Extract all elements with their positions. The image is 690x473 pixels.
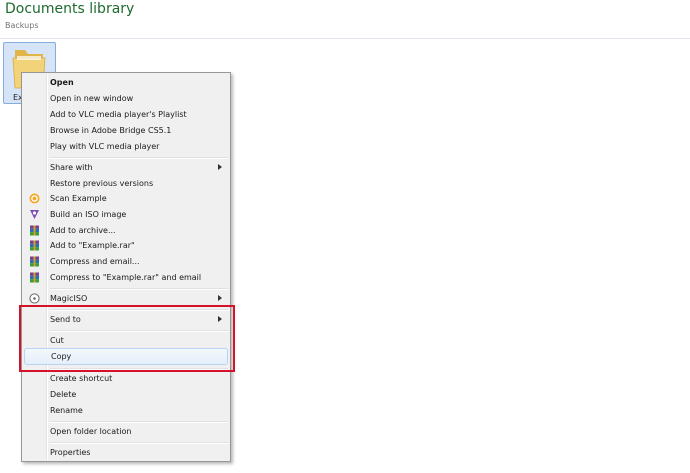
winrar-icon [30,272,39,283]
menu-item-restore-versions[interactable]: Restore previous versions [24,176,228,191]
menu-item-label: Create shortcut [50,374,113,383]
menu-item-label: Properties [50,448,91,457]
menu-item-compress-email[interactable]: Compress and email... [24,254,228,269]
menu-item-build-iso[interactable]: Build an ISO image [24,207,228,222]
menu-item-label: Compress and email... [50,257,140,266]
menu-item-label: Restore previous versions [50,179,154,188]
menu-item-label: Open folder location [50,427,132,436]
menu-item-open-new-window[interactable]: Open in new window [24,91,228,106]
menu-item-magiciso[interactable]: MagicISO [24,291,228,306]
context-menu: Open Open in new window Add to VLC media… [21,72,231,462]
menu-item-label: Open [50,78,74,87]
menu-item-browse-bridge[interactable]: Browse in Adobe Bridge CS5.1 [24,123,228,138]
menu-item-label: Open in new window [50,94,134,103]
menu-item-play-vlc[interactable]: Play with VLC media player [24,139,228,154]
winrar-icon [30,256,39,267]
iso-icon [30,210,39,219]
menu-item-label: Add to VLC media player's Playlist [50,110,187,119]
submenu-arrow-icon [218,164,222,170]
menu-item-label: MagicISO [50,294,88,303]
library-header: Documents library Backups [0,0,690,39]
menu-item-open-folder-location[interactable]: Open folder location [24,424,228,439]
menu-separator [50,288,228,290]
menu-item-create-shortcut[interactable]: Create shortcut [24,371,228,386]
menu-separator [50,442,228,444]
winrar-icon [30,225,39,236]
menu-item-label: Rename [50,406,83,415]
menu-item-label: Compress to "Example.rar" and email [50,273,202,282]
menu-item-label: Add to "Example.rar" [50,241,135,250]
menu-item-share-with[interactable]: Share with [24,160,228,175]
menu-item-label: Build an ISO image [50,210,127,219]
menu-item-scan[interactable]: Scan Example [24,191,228,206]
menu-item-label: Browse in Adobe Bridge CS5.1 [50,126,172,135]
menu-item-add-rar[interactable]: Add to "Example.rar" [24,238,228,253]
winrar-icon [30,240,39,251]
magiciso-icon [29,293,40,304]
scan-icon [29,193,40,204]
menu-item-open[interactable]: Open [24,75,228,90]
annotation-highlight-box [19,305,235,372]
menu-item-compress-rar-email[interactable]: Compress to "Example.rar" and email [24,270,228,285]
menu-item-add-vlc-playlist[interactable]: Add to VLC media player's Playlist [24,107,228,122]
menu-item-label: Delete [50,390,77,399]
submenu-arrow-icon [218,295,222,301]
menu-item-label: Scan Example [50,194,107,203]
menu-item-add-archive[interactable]: Add to archive... [24,223,228,238]
menu-item-label: Add to archive... [50,226,116,235]
menu-item-label: Play with VLC media player [50,142,160,151]
library-subtitle[interactable]: Backups [5,21,39,30]
menu-separator [50,157,228,159]
menu-item-rename[interactable]: Rename [24,403,228,418]
menu-item-label: Share with [50,163,93,172]
menu-item-properties[interactable]: Properties [24,445,228,460]
menu-item-delete[interactable]: Delete [24,387,228,402]
library-title: Documents library [5,1,135,17]
menu-separator [50,421,228,423]
